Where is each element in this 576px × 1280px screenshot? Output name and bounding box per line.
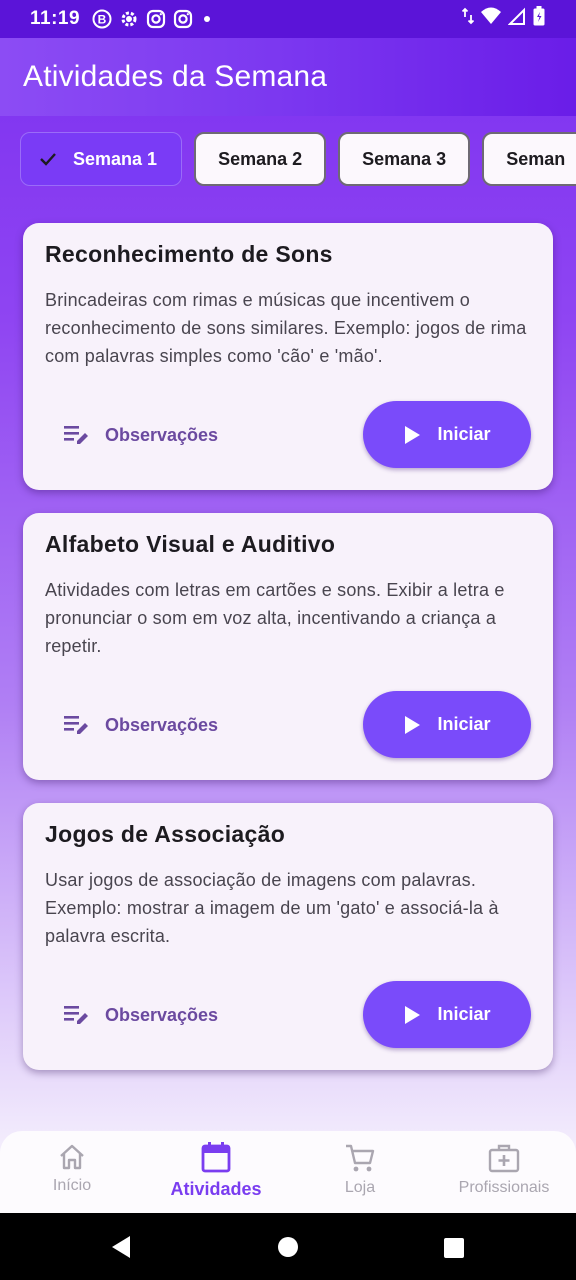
- nav-item-inicio[interactable]: Início: [0, 1131, 144, 1213]
- notes-button[interactable]: Observações: [63, 423, 218, 447]
- start-label: Iniciar: [437, 714, 491, 734]
- start-button[interactable]: Iniciar: [363, 981, 531, 1048]
- nav-label: Loja: [344, 1179, 376, 1196]
- notes-label: Observações: [105, 424, 219, 445]
- b-circle-icon: B: [92, 9, 112, 29]
- recents-square-icon[interactable]: [443, 1237, 465, 1264]
- activity-card: Reconhecimento de Sons Brincadeiras com …: [23, 223, 553, 490]
- week-chip-label: Semana 1: [73, 148, 158, 169]
- play-icon: [405, 715, 421, 734]
- nav-label: Atividades: [170, 1179, 262, 1199]
- nav-label: Profissionais: [458, 1179, 550, 1196]
- activity-description: Brincadeiras com rimas e músicas que inc…: [45, 290, 527, 366]
- notes-button[interactable]: Observações: [63, 713, 218, 737]
- notes-label: Observações: [105, 1004, 219, 1025]
- week-chip-label: Seman: [506, 148, 566, 169]
- status-bar: 11:19 B: [0, 0, 576, 38]
- activity-title: Alfabeto Visual e Auditivo: [45, 531, 336, 557]
- nav-item-loja[interactable]: Loja: [288, 1131, 432, 1213]
- start-button[interactable]: Iniciar: [363, 401, 531, 468]
- notes-edit-icon: [64, 1006, 88, 1024]
- page-title: Atividades da Semana: [23, 60, 328, 93]
- dot-icon: [200, 9, 214, 29]
- activity-card: Alfabeto Visual e Auditivo Atividades co…: [23, 513, 553, 780]
- notes-edit-icon: [64, 426, 88, 444]
- battery-icon: [532, 5, 546, 33]
- notes-button[interactable]: Observações: [63, 1003, 218, 1027]
- calendar-icon: [201, 1142, 231, 1173]
- notes-label: Observações: [105, 714, 219, 735]
- check-icon: [40, 153, 56, 166]
- system-navigation-bar: [0, 1213, 576, 1280]
- week-chip-label: Semana 2: [218, 148, 303, 169]
- nav-label: Início: [52, 1177, 92, 1194]
- medical-kit-icon: [488, 1144, 520, 1173]
- start-label: Iniciar: [437, 1004, 491, 1024]
- activity-title: Reconhecimento de Sons: [45, 241, 333, 267]
- home-icon: [60, 1144, 84, 1170]
- instagram-icon: [146, 9, 166, 29]
- status-time: 11:19: [30, 8, 81, 29]
- play-icon: [405, 1005, 421, 1024]
- notes-edit-icon: [64, 716, 88, 734]
- nav-item-atividades[interactable]: Atividades: [144, 1131, 288, 1213]
- activity-card: Jogos de Associação Usar jogos de associ…: [23, 803, 553, 1070]
- instagram-icon: [173, 9, 193, 29]
- back-icon[interactable]: [110, 1235, 132, 1264]
- nav-item-profissionais[interactable]: Profissionais: [432, 1131, 576, 1213]
- week-chip-4[interactable]: Seman: [482, 132, 576, 186]
- start-label: Iniciar: [437, 424, 491, 444]
- signal-icon: [507, 6, 526, 32]
- week-chip-label: Semana 3: [362, 148, 447, 169]
- week-chip-3[interactable]: Semana 3: [338, 132, 471, 186]
- activity-title: Jogos de Associação: [45, 821, 286, 847]
- week-chip-1[interactable]: Semana 1: [20, 132, 183, 186]
- app-bar: Atividades da Semana: [0, 38, 576, 116]
- cart-icon: [346, 1144, 375, 1172]
- bottom-navigation: Início Atividades Loja Profissionais: [0, 1131, 576, 1213]
- activity-description: Atividades com letras em cartões e sons.…: [45, 580, 505, 656]
- start-button[interactable]: Iniciar: [363, 691, 531, 758]
- play-icon: [405, 425, 421, 444]
- week-chip-2[interactable]: Semana 2: [194, 132, 327, 186]
- home-circle-icon[interactable]: [277, 1236, 299, 1263]
- week-selector: Semana 1 Semana 2 Semana 3 Seman: [20, 132, 576, 186]
- data-arrows-icon: [461, 6, 475, 32]
- svg-text:B: B: [98, 13, 107, 27]
- activity-description: Usar jogos de associação de imagens com …: [45, 870, 499, 946]
- wifi-icon: [480, 6, 502, 32]
- settings-gear-icon: [119, 9, 139, 29]
